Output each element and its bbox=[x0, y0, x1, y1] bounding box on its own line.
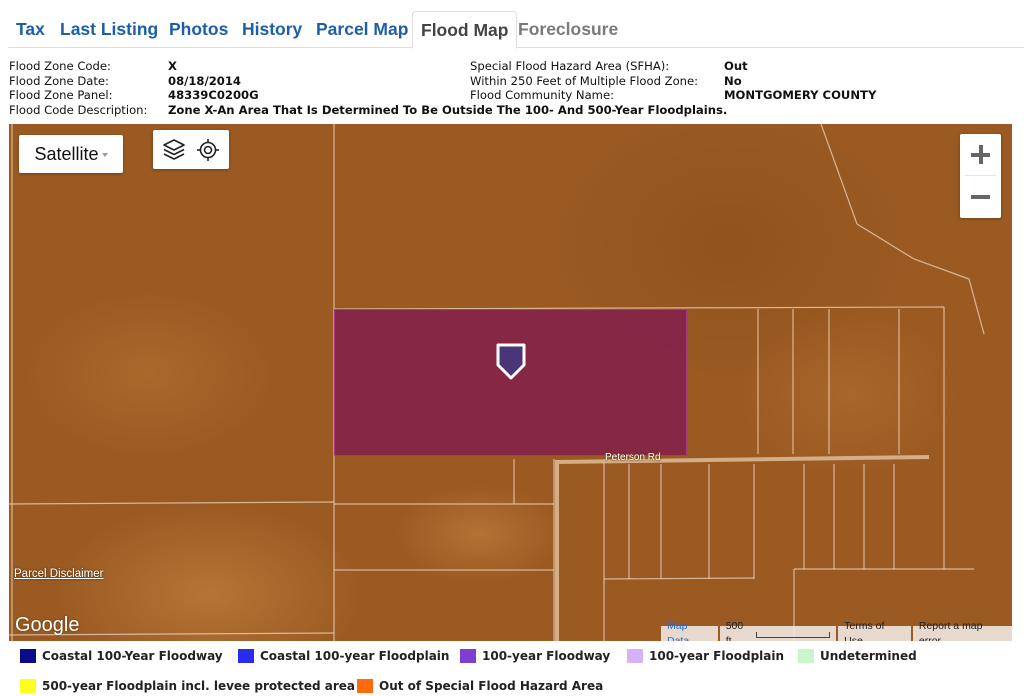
label: Flood Zone Date: bbox=[9, 73, 109, 88]
value: X bbox=[168, 59, 177, 73]
tab-foreclosure[interactable]: Foreclosure bbox=[510, 11, 626, 48]
map-type-label: Satellite bbox=[34, 143, 99, 164]
value: 08/18/2014 bbox=[168, 73, 242, 88]
value: No bbox=[724, 73, 742, 88]
legend-label: 100-year Floodplain bbox=[649, 649, 785, 663]
map-tools bbox=[153, 130, 229, 169]
google-logo: Google bbox=[15, 614, 80, 636]
scale-label: 500 ft bbox=[725, 619, 744, 642]
scale-bar bbox=[755, 631, 831, 638]
legend-label: 500-year Floodplain incl. levee protecte… bbox=[42, 679, 355, 693]
value: Zone X-An Area That Is Determined To Be … bbox=[168, 102, 728, 117]
flood-zone-legend: Coastal 100-Year Floodway Coastal 100-ye… bbox=[0, 641, 1024, 696]
parcel-disclaimer-link[interactable]: Parcel Disclaimer bbox=[14, 568, 103, 580]
map-data-link[interactable]: Map Data bbox=[661, 620, 718, 641]
legend-swatch bbox=[357, 679, 373, 693]
label: Flood Zone Code: bbox=[9, 59, 111, 73]
legend-swatch bbox=[20, 679, 36, 693]
zoom-controls bbox=[960, 134, 1001, 218]
value: 48339C0200G bbox=[168, 88, 259, 102]
value: Out bbox=[724, 59, 748, 73]
legend-item: Undetermined bbox=[798, 649, 917, 663]
zoom-in-button[interactable] bbox=[960, 134, 1001, 175]
label: Flood Community Name: bbox=[470, 88, 615, 102]
map-type-dropdown[interactable]: Satellite bbox=[19, 135, 123, 173]
tab-bar: Tax Last Listing Photos History Parcel M… bbox=[8, 11, 1024, 49]
tab-parcel-map[interactable]: Parcel Map bbox=[308, 11, 416, 48]
tab-last-listing[interactable]: Last Listing bbox=[52, 11, 166, 48]
legend-swatch bbox=[798, 649, 814, 663]
parcel-highlight[interactable] bbox=[334, 309, 687, 456]
legend-label: Undetermined bbox=[820, 649, 917, 663]
tab-history[interactable]: History bbox=[234, 11, 310, 48]
legend-label: Out of Special Flood Hazard Area bbox=[379, 679, 604, 693]
legend-swatch bbox=[238, 649, 254, 663]
layers-icon[interactable] bbox=[161, 137, 187, 163]
map-attribution: Map Data 500 ft Terms of Use Report a ma… bbox=[659, 620, 1012, 641]
legend-label: Coastal 100-Year Floodway bbox=[42, 649, 223, 663]
legend-swatch bbox=[627, 649, 643, 663]
locate-icon[interactable] bbox=[195, 137, 221, 163]
label: Flood Zone Panel: bbox=[9, 88, 113, 102]
legend-item: Coastal 100-Year Floodway bbox=[20, 649, 223, 663]
legend-item: Out of Special Flood Hazard Area bbox=[357, 679, 603, 693]
scale-control[interactable]: 500 ft bbox=[719, 620, 837, 641]
terms-of-use-link[interactable]: Terms of Use bbox=[838, 620, 911, 641]
flood-info-panel: Flood Zone Code: X Flood Zone Date: 08/1… bbox=[9, 59, 1019, 119]
legend-swatch bbox=[460, 649, 476, 663]
legend-item: 100-year Floodplain bbox=[627, 649, 784, 663]
tab-photos[interactable]: Photos bbox=[161, 11, 236, 48]
label: Flood Code Description: bbox=[9, 102, 148, 117]
property-marker-icon[interactable] bbox=[495, 342, 527, 382]
legend-item: Coastal 100-year Floodplain bbox=[238, 649, 449, 663]
report-map-error-link[interactable]: Report a map error bbox=[912, 620, 1012, 641]
label: Within 250 Feet of Multiple Flood Zone: bbox=[470, 73, 699, 88]
label: Special Flood Hazard Area (SFHA): bbox=[470, 59, 670, 73]
legend-swatch bbox=[20, 649, 36, 663]
tab-flood-map[interactable]: Flood Map bbox=[412, 11, 518, 49]
value: MONTGOMERY COUNTY bbox=[724, 88, 877, 102]
legend-label: 100-year Floodway bbox=[482, 649, 611, 663]
tab-tax[interactable]: Tax bbox=[8, 11, 53, 48]
legend-item: 100-year Floodway bbox=[460, 649, 610, 663]
road-label-peterson-rd[interactable]: Peterson Rd bbox=[605, 452, 661, 463]
legend-label: Coastal 100-year Floodplain bbox=[260, 649, 450, 663]
flood-map[interactable]: Peterson Rd Satellite Parcel Disclaimer … bbox=[9, 124, 1012, 641]
zoom-out-button[interactable] bbox=[960, 176, 1001, 217]
caret-down-icon bbox=[101, 153, 108, 157]
legend-item: 500-year Floodplain incl. levee protecte… bbox=[20, 679, 355, 693]
